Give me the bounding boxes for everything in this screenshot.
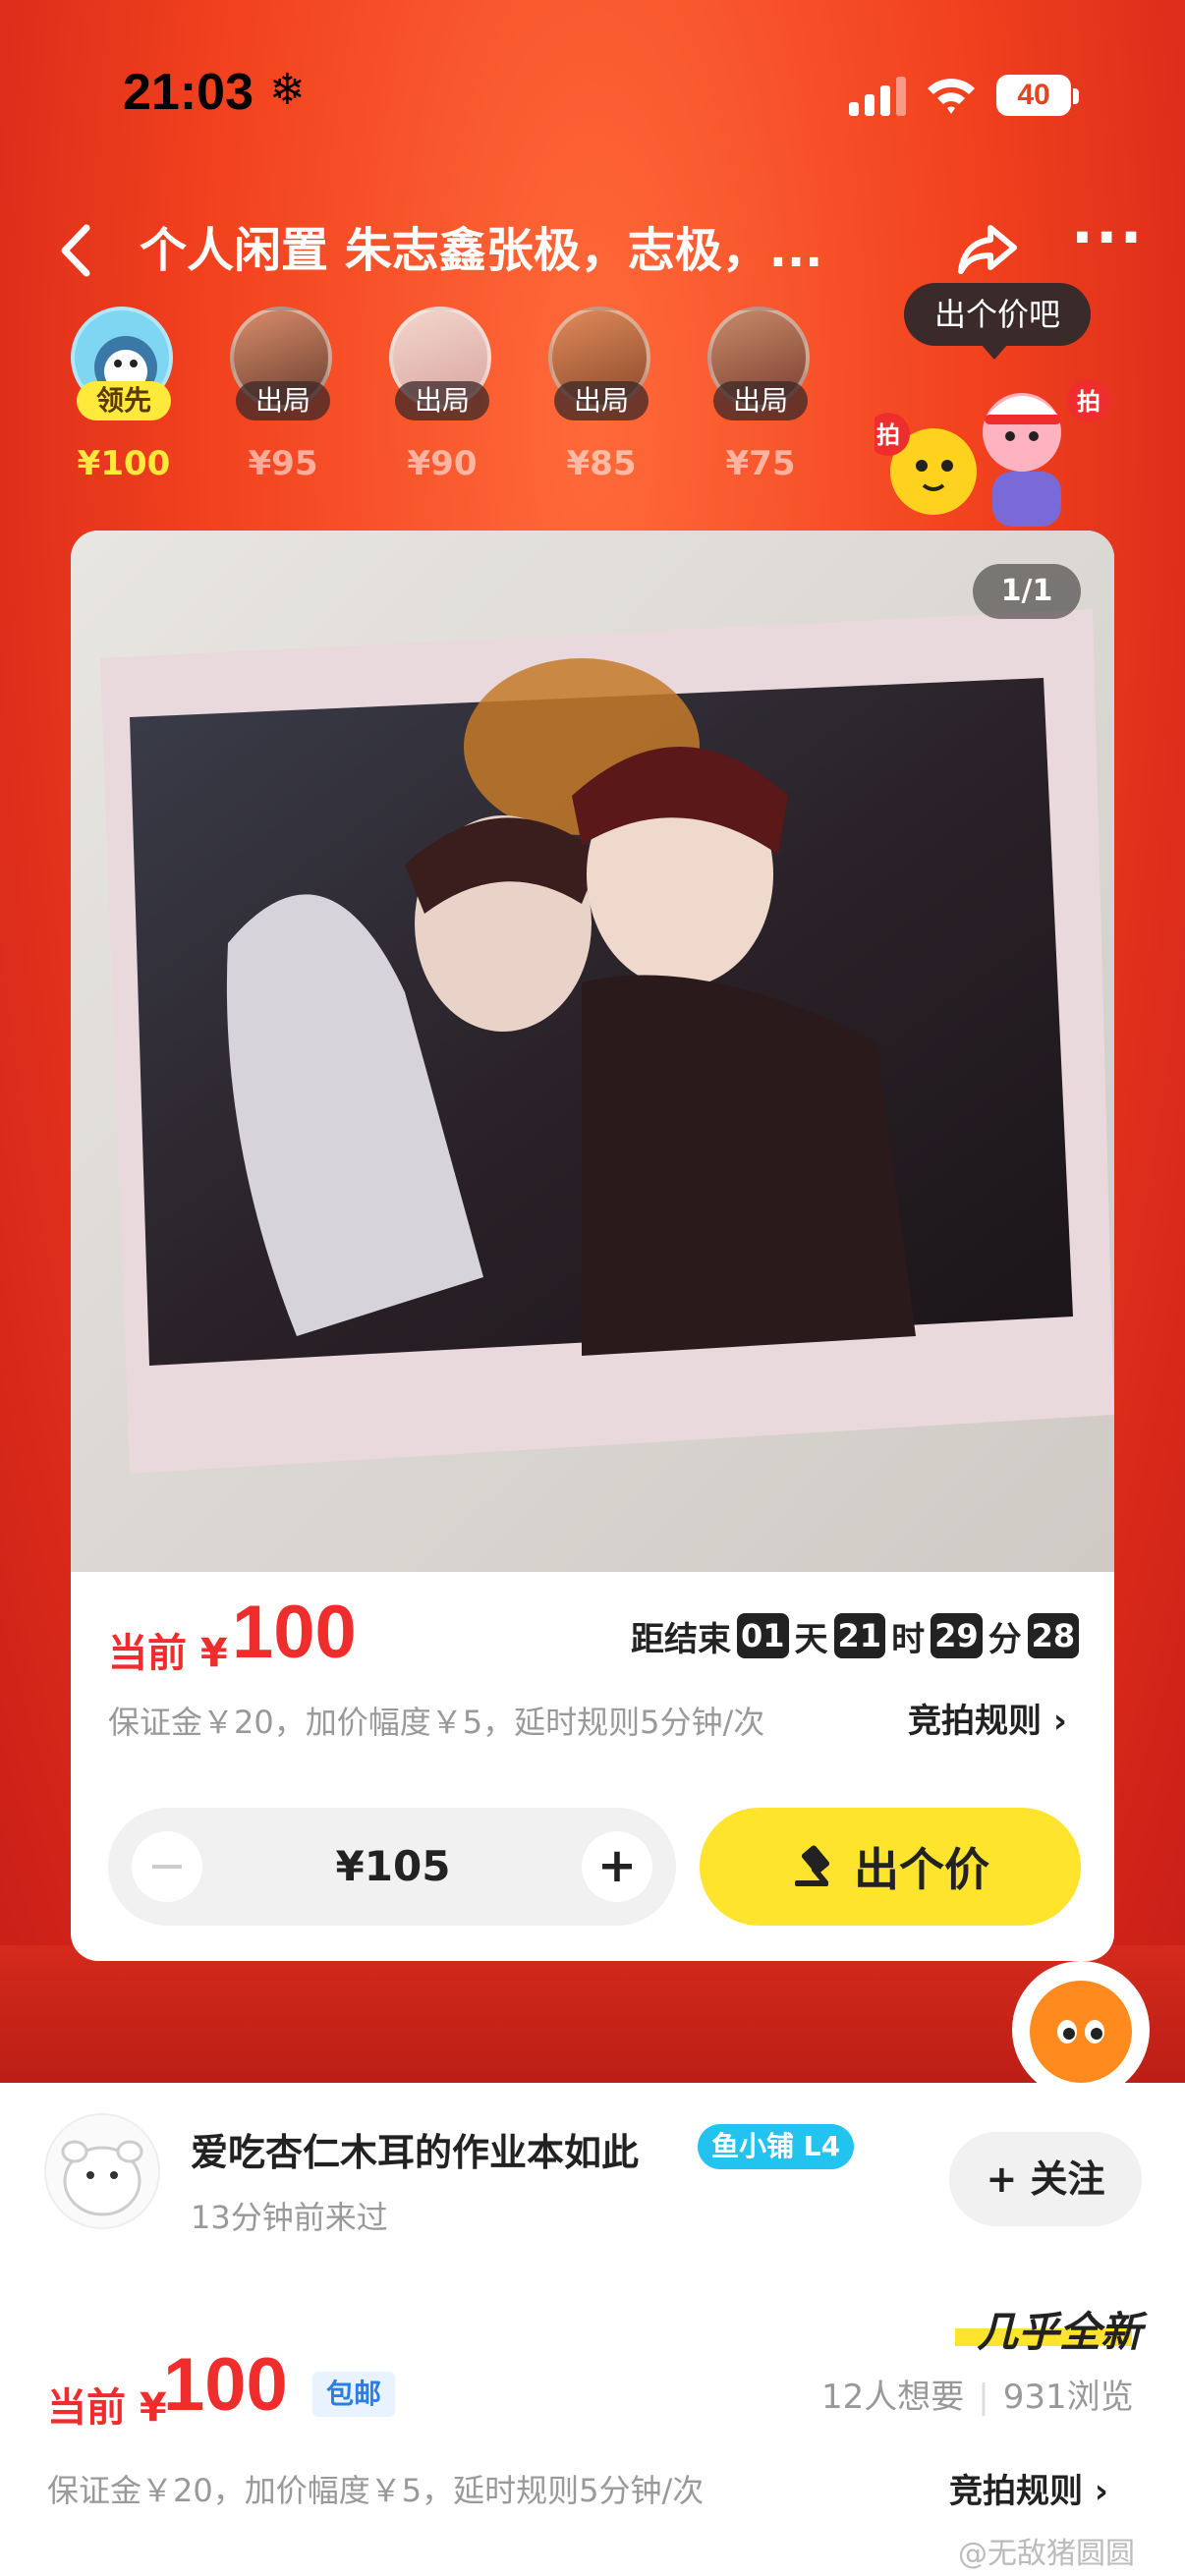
seller-name[interactable]: 爱吃杏仁木耳的作业本如此 [191, 2122, 639, 2176]
gavel-icon [795, 1845, 830, 1886]
bid-price: ¥100 [77, 444, 171, 483]
bidder-out[interactable]: 出局 ¥95 [214, 307, 332, 493]
place-bid-button[interactable]: 出个价 [700, 1808, 1081, 1926]
countdown-minutes: 29 [931, 1613, 983, 1658]
bid-price: ¥95 [248, 444, 318, 483]
auction-card: 1/1 当前 ¥ 100 距结束 01 天 21 时 29 分 28 保证金￥2… [71, 531, 1114, 1961]
out-tag: 出局 [395, 381, 489, 420]
shop-level-badge: 鱼小铺 L4 [698, 2124, 855, 2169]
out-tag: 出局 [554, 381, 649, 420]
more-options-icon[interactable]: ··· [1071, 208, 1150, 277]
status-bar: 21:03 ❄ 40 [0, 0, 1185, 187]
item-condition: 几乎全新 [976, 2308, 1142, 2356]
current-price-label: 当前 ¥ [108, 1631, 228, 1676]
auction-rules-link-label: 竞拍规则 [949, 2472, 1083, 2511]
days-label: 天 [794, 1619, 828, 1659]
views-count: 931浏览 [1002, 2378, 1134, 2417]
auction-rules-summary: 保证金￥20，加价幅度￥5，延时规则5分钟/次 [108, 1704, 765, 1741]
bidder-out[interactable]: 出局 ¥75 [692, 307, 810, 493]
stats-divider: | [978, 2378, 989, 2417]
bid-amount-value[interactable]: ¥105 [255, 1808, 531, 1926]
page-title: 个人闲置 朱志鑫张极，志极，... [140, 223, 823, 278]
floating-assistant-icon[interactable] [1012, 1961, 1150, 2099]
auction-rules-summary: 保证金￥20，加价幅度￥5，延时规则5分钟/次 [47, 2472, 705, 2509]
auction-rules-link-label: 竞拍规则 [908, 1702, 1042, 1741]
place-bid-label: 出个价 [854, 1843, 989, 1896]
mascot-label-left: 拍 [876, 421, 900, 449]
countdown-days: 01 [737, 1613, 789, 1658]
bidder-leading[interactable]: 领先 ¥100 [55, 307, 173, 493]
bidder-out[interactable]: 出局 ¥90 [373, 307, 491, 493]
follow-button[interactable]: + 关注 [949, 2132, 1142, 2226]
seller-last-seen: 13分钟前来过 [191, 2199, 388, 2236]
bid-price: ¥85 [566, 444, 637, 483]
share-icon[interactable] [953, 214, 1022, 283]
wifi-icon [928, 79, 975, 114]
countdown-hours: 21 [833, 1613, 886, 1658]
free-shipping-badge: 包邮 [312, 2372, 395, 2417]
countdown-timer: 距结束 01 天 21 时 29 分 28 [629, 1611, 1083, 1660]
seller-avatar[interactable] [43, 2112, 161, 2230]
battery-indicator: 40 [996, 75, 1071, 116]
bubble-tip [981, 344, 1008, 360]
watermark: @无敌猪圆圆 [958, 2537, 1135, 2571]
bid-price: ¥75 [725, 444, 796, 483]
wants-count: 12人想要 [821, 2378, 965, 2417]
mascot-label-right: 拍 [1077, 388, 1100, 416]
item-photo[interactable] [71, 531, 1114, 1572]
auction-mascot-icon[interactable]: 拍 拍 [875, 364, 1120, 531]
stage-background [0, 1945, 1185, 2102]
bid-prompt-bubble: 出个价吧 [904, 283, 1091, 346]
snowflake-icon: ❄ [269, 65, 306, 115]
current-price-value: 100 [232, 1591, 357, 1674]
auction-rules-link[interactable]: 竞拍规则 › [908, 1694, 1067, 1742]
chevron-right-icon: › [1052, 1702, 1067, 1741]
hours-label: 时 [891, 1619, 926, 1659]
current-price-value: 100 [163, 2343, 288, 2427]
bidder-out[interactable]: 出局 ¥85 [533, 307, 650, 493]
status-time: 21:03 [123, 64, 254, 121]
out-tag: 出局 [713, 381, 808, 420]
minutes-label: 分 [988, 1619, 1022, 1659]
out-tag: 出局 [236, 381, 330, 420]
chevron-right-icon: › [1094, 2472, 1108, 2511]
bid-amount-stepper: − ¥105 + [108, 1808, 676, 1926]
countdown-seconds: 28 [1027, 1613, 1080, 1658]
photo-page-indicator: 1/1 [973, 564, 1081, 619]
leading-tag: 领先 [77, 381, 171, 420]
bid-price: ¥90 [407, 444, 478, 483]
countdown-prefix: 距结束 [631, 1619, 731, 1659]
current-price-label: 当前 ¥ [47, 2385, 167, 2431]
increase-button[interactable]: + [582, 1831, 652, 1902]
decrease-button[interactable]: − [132, 1831, 202, 1902]
auction-rules-link[interactable]: 竞拍规则 › [949, 2464, 1108, 2512]
item-stats: 12人想要 | 931浏览 [821, 2370, 1134, 2418]
battery-nub [1073, 88, 1079, 104]
back-arrow-icon[interactable] [51, 216, 100, 285]
cellular-signal-icon [849, 77, 906, 116]
